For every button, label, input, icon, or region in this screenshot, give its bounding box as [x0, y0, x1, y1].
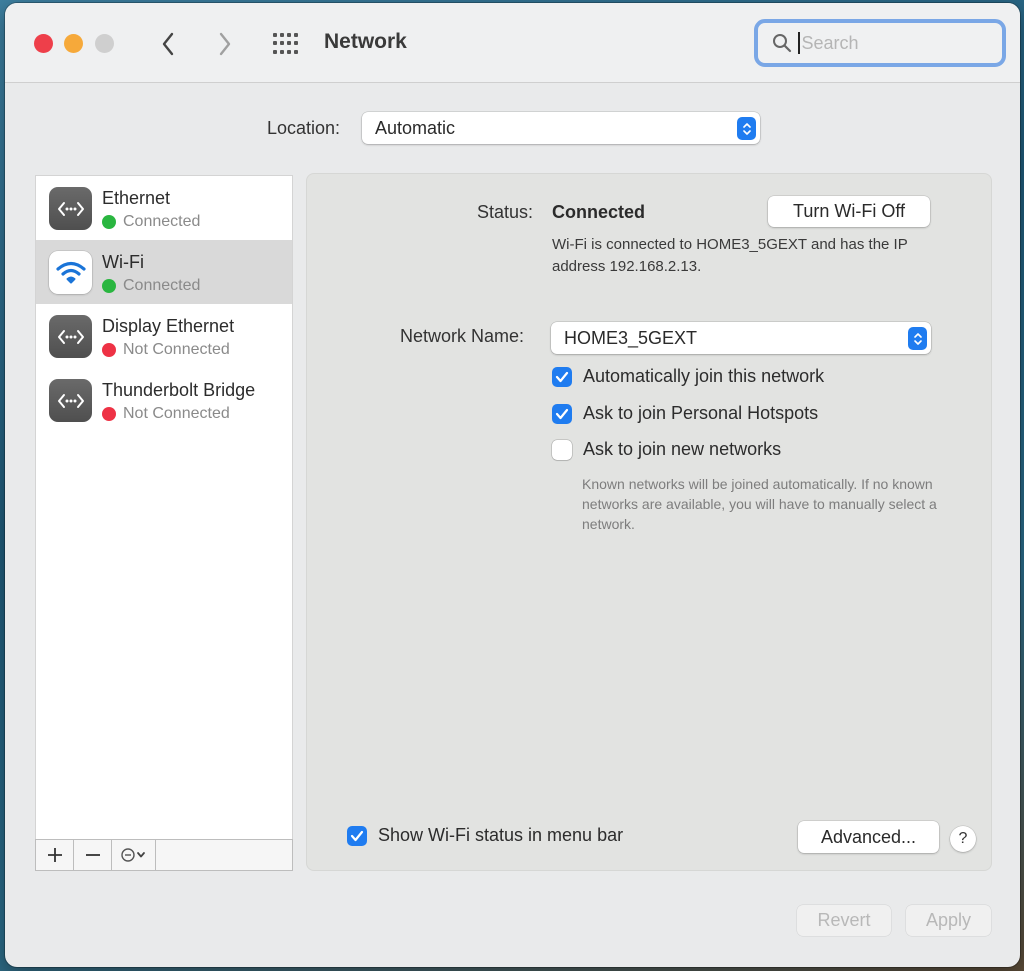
service-name: Display Ethernet — [102, 316, 235, 336]
service-action-menu-button[interactable] — [112, 840, 156, 870]
grid-dot — [294, 49, 298, 54]
network-name-popup[interactable]: HOME3_5GEXT — [551, 322, 931, 354]
grid-dot — [280, 41, 284, 46]
search-icon — [773, 34, 792, 53]
service-status: Not Connected — [102, 405, 230, 423]
remove-service-button[interactable] — [74, 840, 112, 870]
window-title: Network — [324, 30, 407, 53]
grid-icon — [273, 33, 277, 37]
grid-dot — [287, 49, 291, 54]
plus-icon — [47, 848, 62, 862]
close-window-button[interactable] — [34, 34, 53, 53]
service-item-ethernet[interactable]: Ethernet Connected — [36, 176, 292, 240]
action-menu-icon — [120, 848, 145, 862]
location-label: Location: — [267, 118, 341, 138]
zoom-window-button[interactable] — [95, 34, 114, 53]
show-all-grid-button[interactable] — [273, 33, 301, 55]
status-dot-icon — [102, 343, 116, 357]
grid-dot — [273, 41, 277, 46]
status-dot-icon — [102, 279, 116, 293]
status-dot-icon — [102, 407, 116, 421]
service-status-text: Connected — [123, 277, 201, 294]
search-field[interactable] — [754, 19, 1006, 67]
chevron-right-icon — [219, 32, 231, 56]
service-name: Wi-Fi — [102, 252, 144, 272]
personal-hotspots-checkbox-row[interactable]: Ask to join Personal Hotspots — [552, 403, 818, 424]
help-button[interactable]: ? — [950, 826, 976, 852]
service-item-wifi[interactable]: Wi-Fi Connected — [36, 240, 292, 304]
network-name-value: HOME3_5GEXT — [564, 327, 698, 348]
service-name: Ethernet — [102, 188, 171, 208]
grid-dot — [273, 49, 277, 54]
turn-wifi-off-button[interactable]: Turn Wi-Fi Off — [768, 196, 930, 227]
location-popup[interactable]: Automatic — [362, 112, 760, 144]
wifi-detail-panel: Status: Connected Turn Wi-Fi Off Wi-Fi i… — [307, 174, 991, 870]
service-list: Ethernet Connected Wi-Fi Connected Displ… — [35, 175, 293, 840]
add-service-button[interactable] — [36, 840, 74, 870]
grid-dot — [280, 49, 284, 54]
grid-dot — [294, 41, 298, 46]
chevron-left-icon — [162, 32, 174, 56]
auto-join-checkbox[interactable] — [552, 366, 572, 387]
text-caret — [798, 32, 800, 54]
checkmark-icon — [555, 371, 569, 382]
network-preferences-window: Network Location: Automatic Ethernet Con… — [5, 3, 1020, 967]
status-label: Status: — [477, 202, 534, 222]
apply-button[interactable]: Apply — [906, 905, 991, 936]
new-networks-checkbox[interactable] — [552, 439, 572, 460]
checkmark-icon — [555, 408, 569, 419]
service-status: Connected — [102, 277, 200, 295]
service-list-toolbar — [35, 839, 293, 871]
search-input[interactable] — [801, 32, 992, 54]
back-button[interactable] — [155, 29, 181, 59]
ethernet-icon — [49, 379, 92, 422]
service-status-text: Not Connected — [123, 341, 230, 358]
ethernet-icon — [49, 187, 92, 230]
status-value: Connected — [552, 202, 646, 222]
checkmark-icon — [350, 830, 364, 841]
minus-icon — [85, 854, 100, 856]
title-bar: Network — [5, 3, 1020, 83]
grid-dot — [294, 33, 298, 37]
wifi-icon — [49, 251, 92, 294]
service-status: Connected — [102, 213, 200, 231]
forward-button[interactable] — [212, 29, 238, 59]
auto-join-label: Automatically join this network — [583, 366, 825, 386]
ethernet-icon — [49, 315, 92, 358]
new-networks-label: Ask to join new networks — [583, 439, 782, 459]
service-status-text: Connected — [123, 213, 201, 230]
grid-dot — [287, 41, 291, 46]
grid-dot — [280, 33, 284, 37]
advanced-button[interactable]: Advanced... — [798, 821, 939, 853]
network-name-label: Network Name: — [400, 326, 525, 346]
new-networks-checkbox-row[interactable]: Ask to join new networks — [552, 439, 781, 460]
service-status: Not Connected — [102, 341, 230, 359]
revert-button[interactable]: Revert — [797, 905, 891, 936]
minimize-window-button[interactable] — [64, 34, 83, 53]
show-wifi-status-checkbox[interactable] — [347, 825, 367, 846]
status-dot-icon — [102, 215, 116, 229]
personal-hotspots-checkbox[interactable] — [552, 403, 572, 424]
service-name: Thunderbolt Bridge — [102, 380, 256, 400]
popup-stepper-icon — [908, 327, 927, 350]
show-wifi-status-checkbox-row[interactable]: Show Wi-Fi status in menu bar — [347, 825, 623, 846]
grid-dot — [287, 33, 291, 37]
popup-stepper-icon — [737, 117, 756, 140]
auto-join-checkbox-row[interactable]: Automatically join this network — [552, 366, 824, 387]
known-networks-hint: Known networks will be joined automatica… — [582, 476, 937, 532]
show-wifi-status-label: Show Wi-Fi status in menu bar — [378, 825, 624, 845]
location-value: Automatic — [375, 117, 456, 138]
service-status-text: Not Connected — [123, 405, 230, 422]
personal-hotspots-label: Ask to join Personal Hotspots — [583, 403, 819, 423]
status-description: Wi-Fi is connected to HOME3_5GEXT and ha… — [552, 236, 908, 275]
service-item-display-ethernet[interactable]: Display Ethernet Not Connected — [36, 304, 292, 368]
service-item-thunderbolt-bridge[interactable]: Thunderbolt Bridge Not Connected — [36, 368, 292, 432]
